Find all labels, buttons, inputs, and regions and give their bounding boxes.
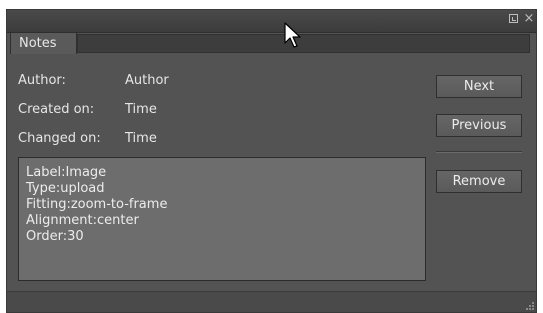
remove-button[interactable]: Remove — [436, 170, 522, 193]
panel-body: Author: Author Created on: Time Changed … — [7, 54, 536, 312]
status-bar — [7, 291, 536, 312]
restore-icon[interactable] — [508, 13, 520, 25]
resize-grip-icon[interactable] — [526, 302, 534, 310]
previous-button[interactable]: Previous — [436, 114, 522, 137]
changed-on-value: Time — [125, 131, 157, 146]
info-line-type: Type:upload — [26, 181, 105, 196]
info-line-fitting: Fitting:zoom-to-frame — [26, 197, 168, 212]
note-text-area[interactable]: Label:Image Type:upload Fitting:zoom-to-… — [18, 157, 426, 281]
next-button[interactable]: Next — [436, 75, 522, 98]
author-value: Author — [125, 73, 169, 88]
close-icon[interactable]: × — [523, 12, 535, 25]
info-line-label: Label:Image — [26, 165, 107, 180]
info-line-alignment: Alignment:center — [26, 213, 139, 228]
created-on-label: Created on: — [18, 102, 95, 117]
panel-titlebar[interactable]: × — [7, 10, 536, 33]
info-line-order: Order:30 — [26, 229, 84, 244]
tab-strip — [77, 34, 530, 53]
tab-notes[interactable]: Notes — [10, 32, 77, 55]
notes-panel: × Notes Author: Author Created on: Time … — [6, 9, 537, 313]
created-on-value: Time — [125, 102, 157, 117]
button-separator — [436, 151, 522, 153]
author-label: Author: — [18, 73, 66, 88]
changed-on-label: Changed on: — [18, 131, 101, 146]
